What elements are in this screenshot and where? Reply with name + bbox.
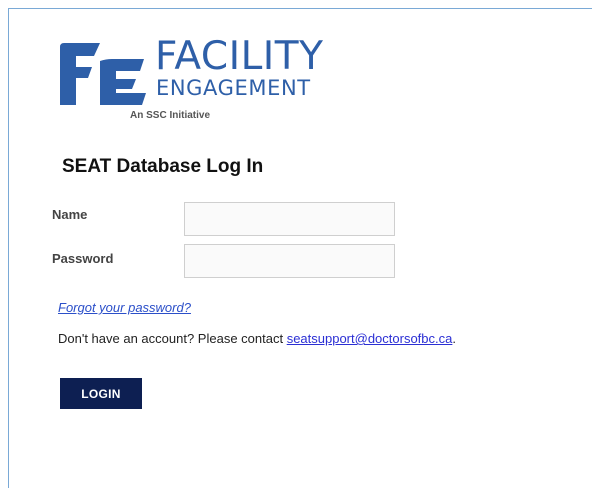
contact-text: Don't have an account? Please contact se… [58,331,456,346]
name-input[interactable] [184,202,395,236]
facility-engagement-logo: FACILITY ENGAGEMENT An SSC Initiative [60,34,340,122]
logo-tagline: An SSC Initiative [130,110,211,121]
page-title: SEAT Database Log In [62,156,264,177]
contact-prefix: Don't have an account? Please contact [58,331,287,346]
logo-word-engagement: ENGAGEMENT [156,76,311,100]
contact-suffix: . [452,331,456,346]
password-input[interactable] [184,244,395,278]
logo-word-facility: FACILITY [155,34,324,79]
name-label: Name [52,207,88,222]
password-label: Password [52,251,114,266]
forgot-password-link[interactable]: Forgot your password? [58,300,191,315]
support-email-link[interactable]: seatsupport@doctorsofbc.ca [287,331,453,346]
fe-logo-mark-icon [60,43,146,105]
login-button[interactable]: LOGIN [60,378,142,409]
